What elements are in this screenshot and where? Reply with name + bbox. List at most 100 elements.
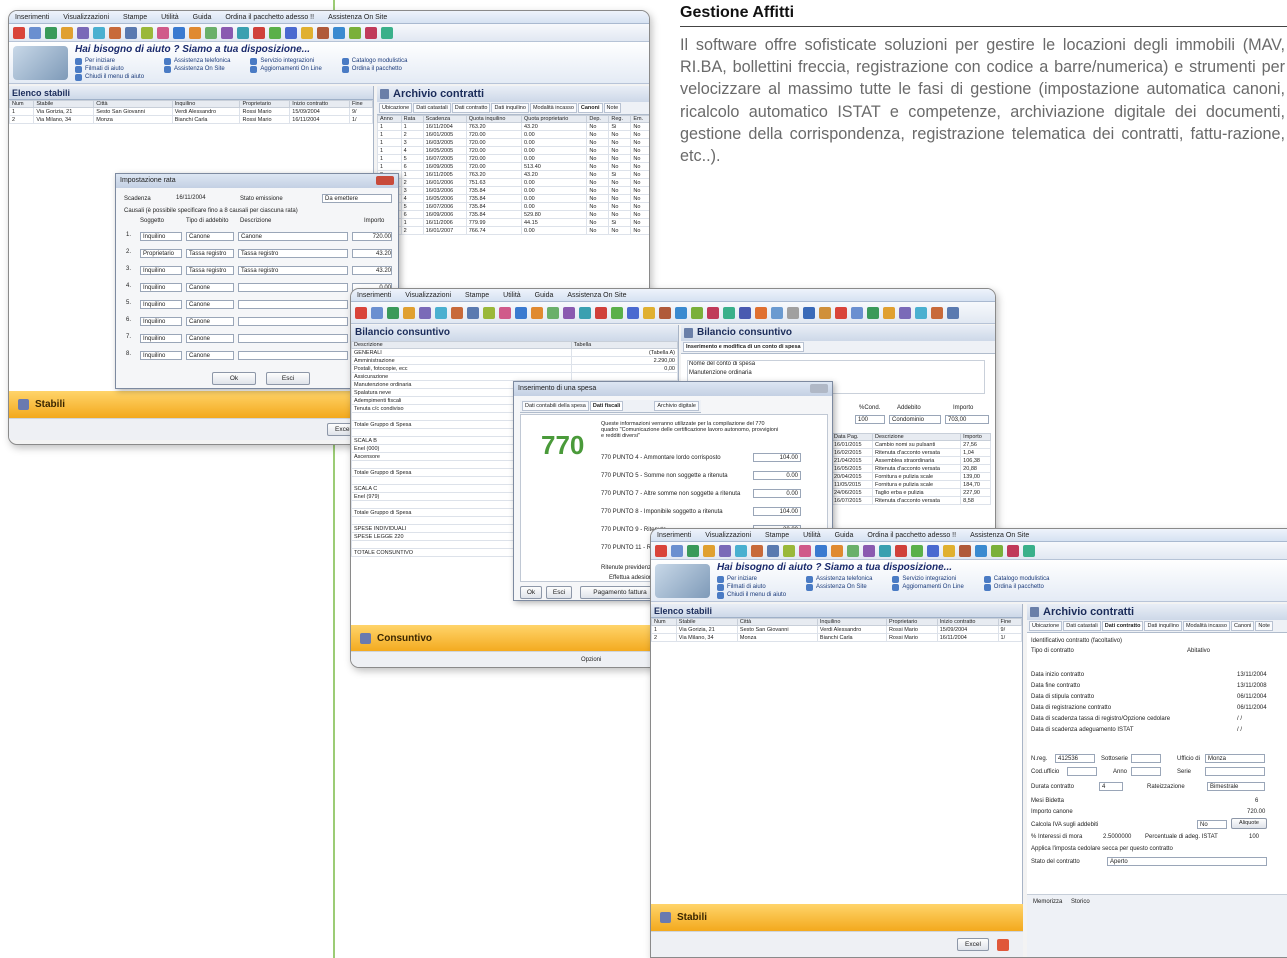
column-header[interactable]: Data Pag. [831, 433, 873, 441]
close-icon[interactable] [376, 176, 394, 185]
aliquote-button[interactable]: Aliquote [1231, 818, 1267, 829]
rata-field[interactable]: Proprietario [140, 249, 182, 258]
toolbar-button-icon[interactable] [739, 306, 751, 319]
toolbar-button-icon[interactable] [819, 306, 831, 319]
toolbar-button-icon[interactable] [349, 26, 361, 39]
menu-item[interactable]: Ordina il pacchetto adesso !! [225, 14, 314, 21]
fiscali-line-value[interactable]: 0.00 [753, 471, 801, 480]
help-link[interactable]: Assistenza On Site [164, 66, 230, 73]
rata-field[interactable] [238, 351, 348, 360]
stato-emissione-select[interactable]: Da emettere [322, 194, 392, 203]
toolbar-button-icon[interactable] [815, 544, 827, 557]
table-row[interactable]: Assicurazione [351, 372, 679, 381]
help-link[interactable]: Servizio integrazioni [250, 58, 321, 65]
adesione-check[interactable]: Effettua adesione [609, 575, 656, 581]
fiscali-line-value[interactable]: 104.00 [753, 507, 801, 516]
toolbar-button-icon[interactable] [847, 544, 859, 557]
rata-field[interactable]: Inquilino [140, 300, 182, 309]
tab-archivio-digitale[interactable]: Archivio digitale [654, 401, 699, 411]
table-row[interactable]: 1 3 16/03/2005 720.00 0.00 No No No [377, 138, 649, 147]
toolbar-button-icon[interactable] [943, 544, 955, 557]
rata-field[interactable] [238, 334, 348, 343]
help-link[interactable]: Aggiornamenti On Line [250, 66, 322, 73]
column-header[interactable]: Quota proprietario [520, 115, 588, 123]
column-header[interactable]: Quota inquilino [465, 115, 522, 123]
table-row[interactable]: 2516/07/2006735.840.00NoNoNo [377, 202, 649, 211]
toolbar-button-icon[interactable] [655, 544, 667, 557]
toolbar-button-icon[interactable] [787, 306, 799, 319]
opzioni-label[interactable]: Opzioni [581, 657, 601, 663]
toolbar-button-icon[interactable] [221, 26, 233, 39]
toolbar-button-icon[interactable] [125, 26, 137, 39]
table-row[interactable]: 2 Via Milano, 34 Monza Bianchi Carla Rossi M… [651, 633, 1023, 642]
rata-field[interactable]: 43.20 [352, 266, 392, 275]
menu-item[interactable]: Assistenza On Site [328, 14, 387, 21]
contratto-field-value[interactable]: / / [1237, 716, 1242, 722]
menu-item[interactable]: Guida [193, 14, 212, 21]
toolbar-button-icon[interactable] [851, 306, 863, 319]
table-row[interactable]: 16/02/2015 Ritenuta d'acconto versata 1,04 [831, 448, 991, 457]
toolbar-button-icon[interactable] [29, 26, 41, 39]
help-link[interactable]: Per iniziare [717, 576, 786, 583]
column-header[interactable]: Anno [377, 115, 402, 123]
help-link[interactable]: Chiudi il menu di aiuto [75, 74, 144, 81]
pagamento-button[interactable]: Pagamento fattura [580, 586, 660, 599]
toolbar-button-icon[interactable] [381, 26, 393, 39]
help-link[interactable]: Catalogo modulistica [983, 576, 1050, 583]
column-header[interactable]: Fine [997, 618, 1023, 626]
column-header[interactable]: Num [9, 100, 35, 108]
toolbar-button-icon[interactable] [947, 306, 959, 319]
toolbar-button-icon[interactable] [547, 306, 559, 319]
toolbar-button-icon[interactable] [767, 544, 779, 557]
toolbar-button-icon[interactable] [61, 26, 73, 39]
addebito-select[interactable]: Condominio [889, 415, 941, 424]
mesi-value[interactable]: 6 [1255, 798, 1258, 804]
tab[interactable]: Dati contratto [451, 103, 491, 113]
contratto-field-value[interactable]: 06/11/2004 [1237, 705, 1267, 711]
toolbar-button-icon[interactable] [1023, 544, 1035, 557]
toolbar-button-icon[interactable] [365, 26, 377, 39]
contratto-field-value[interactable]: / / [1237, 727, 1242, 733]
toolbar-button-icon[interactable] [723, 306, 735, 319]
toolbar-button-icon[interactable] [611, 306, 623, 319]
tab[interactable]: Note [1255, 621, 1273, 631]
column-header[interactable]: Em. [630, 115, 649, 123]
toolbar-button-icon[interactable] [419, 306, 431, 319]
toolbar-button-icon[interactable] [109, 26, 121, 39]
tab-conto-spesa[interactable]: Inserimento e modifica di un conto di sp… [683, 342, 804, 352]
table-row[interactable]: 1 5 16/07/2005 720.00 0.00 No No No [377, 154, 649, 163]
tab[interactable]: Dati catastali [413, 103, 451, 113]
toolbar-button-icon[interactable] [301, 26, 313, 39]
toolbar-button-icon[interactable] [355, 306, 367, 319]
help-link[interactable]: Catalogo modulistica [341, 58, 408, 65]
toolbar-button-icon[interactable] [899, 306, 911, 319]
rata-field[interactable]: Inquilino [140, 334, 182, 343]
rata-field[interactable]: Canone [238, 232, 348, 241]
toolbar-button-icon[interactable] [237, 26, 249, 39]
canone-value[interactable]: 720.00 [1247, 809, 1265, 815]
toolbar-button-icon[interactable] [755, 306, 767, 319]
rata-field[interactable]: 43.20 [352, 249, 392, 258]
column-header[interactable]: Città [736, 618, 818, 626]
table-row[interactable]: 2416/05/2006735.840.00NoNoNo [377, 194, 649, 203]
toolbar-button-icon[interactable] [831, 544, 843, 557]
toolbar-button-icon[interactable] [269, 26, 281, 39]
table-row[interactable]: 1 6 16/09/2005 720.00 513.40 No No No [377, 162, 649, 171]
toolbar-button-icon[interactable] [931, 306, 943, 319]
column-header[interactable]: Inizio contratto [936, 618, 999, 626]
menu-item[interactable]: Inserimenti [657, 532, 691, 539]
sottoserie-field[interactable] [1131, 754, 1161, 763]
toolbar-button-icon[interactable] [675, 306, 687, 319]
toolbar-button-icon[interactable] [93, 26, 105, 39]
table-row[interactable]: 1 4 16/05/2005 720.00 0.00 No No No [377, 146, 649, 155]
toolbar-button-icon[interactable] [595, 306, 607, 319]
rata-field[interactable]: Tassa registro [186, 266, 234, 275]
toolbar-button-icon[interactable] [371, 306, 383, 319]
column-header[interactable]: Reg. [608, 115, 632, 123]
help-link[interactable]: Ordina il pacchetto [341, 66, 408, 73]
rata-field[interactable]: Tassa registro [238, 266, 348, 275]
rata-field[interactable]: Canone [186, 317, 234, 326]
anno-field[interactable] [1131, 767, 1161, 776]
durata-field[interactable]: 4 [1099, 782, 1123, 791]
toolbar-button-icon[interactable] [883, 306, 895, 319]
